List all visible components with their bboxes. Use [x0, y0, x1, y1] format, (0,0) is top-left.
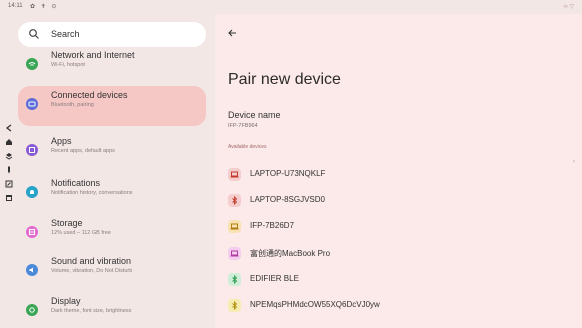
settings-item-subtitle: Wi-Fi, hotspot	[51, 62, 85, 68]
search-label: Search	[51, 29, 80, 39]
laptop-icon	[228, 247, 241, 260]
bluetooth-icon	[228, 299, 241, 312]
settings-item-title: Display	[51, 296, 81, 306]
device-label: NPEMqsPHMdcOW55XQ6DcVJ0yw	[250, 300, 380, 309]
available-device-item[interactable]: 富创通的MacBook Pro	[228, 245, 568, 267]
settings-item-storage[interactable]: Storage 12% used – 112 GB free	[18, 214, 206, 254]
settings-item-display[interactable]: Display Dark theme, font size, brightness	[18, 292, 206, 328]
available-device-item[interactable]: NPEMqsPHMdcOW55XQ6DcVJ0yw	[228, 297, 568, 319]
settings-item-subtitle: Volume, vibration, Do Not Disturb	[51, 268, 133, 274]
sound-icon	[26, 264, 38, 276]
window-icon[interactable]	[5, 194, 13, 202]
settings-item-title: Apps	[51, 136, 72, 146]
search-icon	[29, 29, 39, 39]
wifi-icon	[26, 58, 38, 70]
bluetooth-icon	[228, 273, 241, 286]
available-device-item[interactable]: EDIFIER BLE	[228, 271, 568, 293]
available-device-item[interactable]: LAPTOP-U73NQKLF	[228, 166, 568, 188]
device-label: EDIFIER BLE	[250, 274, 299, 283]
settings-item-apps[interactable]: Apps Recent apps, default apps	[18, 132, 206, 172]
device-label: LAPTOP-8SGJVSD0	[250, 195, 325, 204]
settings-item-connected-devices[interactable]: Connected devices Bluetooth, pairing	[18, 86, 206, 126]
back-icon[interactable]	[5, 124, 13, 132]
settings-item-title: Network and Internet	[51, 50, 135, 60]
back-arrow-icon[interactable]	[227, 28, 237, 38]
available-device-item[interactable]: IFP-7B26D7	[228, 218, 568, 240]
storage-icon	[26, 226, 38, 238]
settings-item-notifications[interactable]: Notifications Notification history, conve…	[18, 174, 206, 214]
settings-item-subtitle: Recent apps, default apps	[51, 148, 115, 154]
settings-item-subtitle: Bluetooth, pairing	[51, 102, 94, 108]
bluetooth-icon	[228, 194, 241, 207]
bell-icon	[26, 186, 38, 198]
settings-item-subtitle: Notification history, conversations	[51, 190, 133, 196]
pen-icon[interactable]	[5, 166, 13, 174]
search-bar[interactable]: Search	[18, 22, 206, 47]
status-icons: ✿ ✝ ⊙	[30, 4, 59, 10]
laptop-icon	[228, 220, 241, 233]
apps-icon	[26, 144, 38, 156]
device-name-value: IFP-7FB964	[228, 123, 258, 129]
settings-item-title: Connected devices	[51, 90, 128, 100]
page-title: Pair new device	[228, 71, 341, 88]
laptop-icon	[228, 168, 241, 181]
device-label: 富创通的MacBook Pro	[250, 249, 331, 258]
status-right-icons: ∞ ▽	[563, 4, 574, 10]
settings-item-title: Storage	[51, 218, 83, 228]
devices-icon	[26, 98, 38, 110]
settings-item-subtitle: 12% used – 112 GB free	[51, 230, 111, 236]
display-icon	[26, 304, 38, 316]
device-name-label[interactable]: Device name	[228, 110, 281, 120]
edit-icon[interactable]	[5, 180, 13, 188]
settings-item-sound-and-vibration[interactable]: Sound and vibration Volume, vibration, Do…	[18, 252, 206, 292]
settings-item-network-and-internet[interactable]: Network and Internet Wi-Fi, hotspot	[18, 46, 206, 86]
side-rail	[0, 108, 18, 248]
settings-item-title: Notifications	[51, 178, 101, 188]
available-devices-header: Available devices	[228, 144, 267, 150]
home-icon[interactable]	[5, 138, 13, 146]
available-device-item[interactable]: LAPTOP-8SGJVSD0	[228, 192, 568, 214]
pair-device-pane: Pair new device Device name IFP-7FB964 A…	[215, 14, 582, 328]
status-bar: 14:11 ✿ ✝ ⊙ ∞ ▽	[0, 0, 582, 14]
device-label: IFP-7B26D7	[250, 221, 295, 230]
settings-list-pane: Search Network and Internet Wi-Fi, hotspo…	[0, 14, 215, 328]
layers-icon[interactable]	[5, 152, 13, 160]
status-time: 14:11	[8, 3, 23, 9]
settings-item-subtitle: Dark theme, font size, brightness	[51, 308, 132, 314]
device-label: LAPTOP-U73NQKLF	[250, 169, 326, 178]
settings-item-title: Sound and vibration	[51, 256, 132, 266]
edge-handle-icon[interactable]: ‹	[573, 159, 576, 167]
